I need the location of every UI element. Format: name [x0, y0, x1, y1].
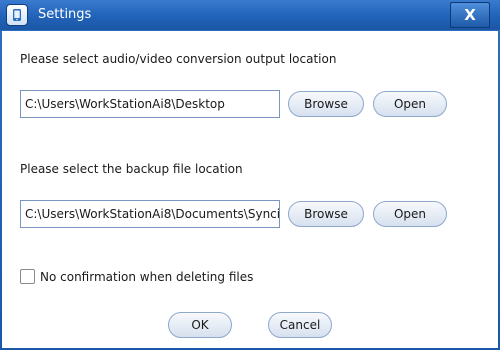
ok-button[interactable]: OK	[168, 312, 232, 338]
conversion-browse-button[interactable]: Browse	[288, 91, 364, 117]
no-confirmation-label: No confirmation when deleting files	[40, 270, 254, 284]
cancel-button[interactable]: Cancel	[268, 312, 332, 338]
settings-window: Settings X Please select audio/video con…	[0, 0, 500, 350]
close-icon: X	[464, 6, 476, 24]
no-confirmation-checkbox[interactable]	[20, 269, 35, 284]
backup-location-label: Please select the backup file location	[20, 162, 243, 176]
backup-browse-button[interactable]: Browse	[288, 201, 364, 227]
app-icon	[6, 4, 28, 26]
conversion-location-label: Please select audio/video conversion out…	[20, 52, 337, 66]
conversion-open-button[interactable]: Open	[373, 91, 447, 117]
settings-content: Please select audio/video conversion out…	[2, 31, 498, 348]
title-bar[interactable]: Settings X	[0, 0, 500, 30]
window-title: Settings	[38, 7, 92, 22]
backup-open-button[interactable]: Open	[373, 201, 447, 227]
conversion-path-input[interactable]: C:\Users\WorkStationAi8\Desktop	[20, 90, 280, 118]
backup-path-input[interactable]: C:\Users\WorkStationAi8\Documents\Syncio…	[20, 200, 280, 228]
close-button[interactable]: X	[450, 2, 490, 28]
